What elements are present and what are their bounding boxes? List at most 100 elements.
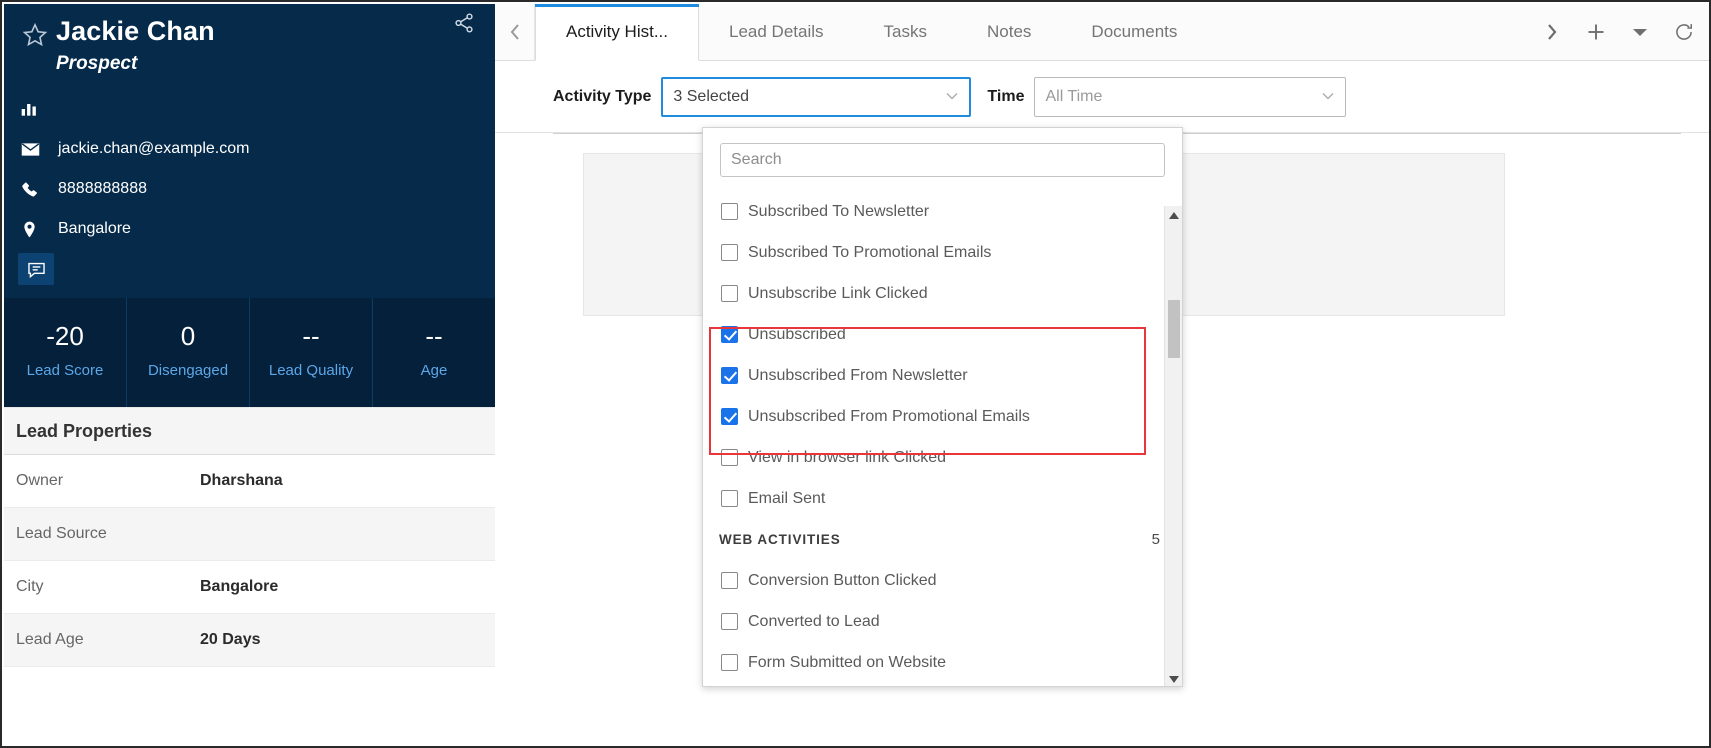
tab-label: Documents [1091,22,1177,42]
property-row-lead-source: Lead Source [4,508,495,561]
option-subscribed-to-promotional-emails[interactable]: Subscribed To Promotional Emails [703,232,1182,273]
tab-documents[interactable]: Documents [1061,4,1207,60]
stat-age: -- Age [373,298,495,407]
tab-lead-details[interactable]: Lead Details [699,4,854,60]
property-value: Dharshana [200,472,283,490]
stat-value: 0 [181,320,195,352]
time-placeholder: All Time [1045,88,1102,106]
triangle-up-icon[interactable] [1165,206,1182,224]
option-converted-to-lead[interactable]: Converted to Lead [703,601,1182,642]
checkbox-checked-icon[interactable] [721,367,738,384]
lead-name: Jackie Chan [56,14,215,48]
chevron-left-icon[interactable] [495,4,535,60]
lead-email[interactable]: jackie.chan@example.com [58,139,249,159]
group-label: WEB ACTIVITIES [719,532,841,547]
activity-type-dropdown[interactable]: Subscribed To Newsletter Subscribed To P… [702,127,1183,687]
activity-type-value: 3 Selected [673,88,749,106]
checkbox-unchecked-icon[interactable] [721,244,738,261]
option-label: Unsubscribed [748,326,846,344]
option-form-submitted-on-website[interactable]: Form Submitted on Website [703,642,1182,683]
option-unsubscribed[interactable]: Unsubscribed [703,314,1182,355]
stat-label: Age [421,362,448,380]
tab-tasks[interactable]: Tasks [854,4,957,60]
stat-value: -- [302,320,319,352]
chevron-down-icon [1321,88,1335,106]
lead-titles: Jackie Chan Prospect [56,14,215,77]
dropdown-option-list: Subscribed To Newsletter Subscribed To P… [703,191,1182,687]
envelope-icon [20,139,46,160]
lead-location: Bangalore [58,219,131,239]
time-select[interactable]: All Time [1034,77,1346,117]
tab-label: Notes [987,22,1031,42]
activity-type-label: Activity Type [553,88,651,106]
property-row-owner: Owner Dharshana [4,455,495,508]
option-subscribed-to-newsletter[interactable]: Subscribed To Newsletter [703,191,1182,232]
option-conversion-button-clicked[interactable]: Conversion Button Clicked [703,560,1182,601]
checkbox-unchecked-icon[interactable] [721,654,738,671]
activity-type-select[interactable]: 3 Selected [661,77,971,117]
checkbox-unchecked-icon[interactable] [721,490,738,507]
dropdown-search-wrap [703,128,1182,177]
property-key: Lead Source [16,525,200,543]
option-label: Conversion Button Clicked [748,572,937,590]
option-group-web-activities: WEB ACTIVITIES 5 [703,519,1182,560]
option-email-sent[interactable]: Email Sent [703,478,1182,519]
lead-stage: Prospect [56,51,215,77]
option-label: Unsubscribed From Promotional Emails [748,408,1030,426]
star-outline-icon[interactable] [20,20,50,50]
checkbox-unchecked-icon[interactable] [721,449,738,466]
property-value: Bangalore [200,578,278,596]
tab-label: Lead Details [729,22,824,42]
lead-phone-row: 8888888888 [4,169,495,209]
triangle-down-icon[interactable] [1165,670,1182,687]
stat-value: -20 [46,320,84,352]
chevron-right-icon[interactable] [1539,19,1565,45]
stat-lead-quality: -- Lead Quality [250,298,373,407]
phone-icon [20,180,46,199]
checkbox-unchecked-icon[interactable] [721,613,738,630]
tab-activity-history[interactable]: Activity Hist... [535,4,699,61]
tab-label: Tasks [884,22,927,42]
option-label: Unsubscribed From Newsletter [748,367,968,385]
chat-bubble-icon[interactable] [18,253,54,285]
stat-value: -- [425,320,442,352]
lead-location-row: Bangalore [4,209,495,249]
property-row-lead-age: Lead Age 20 Days [4,614,495,667]
checkbox-unchecked-icon[interactable] [721,203,738,220]
tab-notes[interactable]: Notes [957,4,1061,60]
tab-bar-actions [1539,4,1711,60]
property-key: Lead Age [16,631,200,649]
plus-icon[interactable] [1583,19,1609,45]
stat-label: Lead Quality [269,362,353,380]
option-label: Subscribed To Promotional Emails [748,244,991,262]
chevron-down-icon[interactable] [1627,19,1653,45]
scrollbar-thumb[interactable] [1168,300,1180,358]
lead-contact-rows: jackie.chan@example.com 8888888888 [4,89,495,285]
tab-label: Activity Hist... [566,22,668,42]
refresh-icon[interactable] [1671,19,1697,45]
app-window: Jackie Chan Prospect [0,0,1711,748]
lead-email-row: jackie.chan@example.com [4,129,495,169]
option-view-in-browser-link-clicked[interactable]: View in browser link Clicked [703,437,1182,478]
option-label: Converted to Lead [748,613,880,631]
option-label: Form Submitted on Website [748,654,946,672]
option-unsubscribed-from-promotional-emails[interactable]: Unsubscribed From Promotional Emails [703,396,1182,437]
map-pin-icon [20,220,46,239]
lead-phone[interactable]: 8888888888 [58,179,147,199]
option-label: View in browser link Clicked [748,449,946,467]
lead-name-row: Jackie Chan Prospect [4,4,495,77]
checkbox-unchecked-icon[interactable] [721,572,738,589]
option-label: Subscribed To Newsletter [748,203,929,221]
stat-label: Disengaged [148,362,228,380]
share-icon[interactable] [453,12,475,34]
lead-stats-strip: -20 Lead Score 0 Disengaged -- Lead Qual… [4,298,495,407]
search-input[interactable] [720,143,1165,177]
dropdown-scrollbar[interactable] [1164,206,1182,687]
bar-chart-icon [20,99,46,119]
checkbox-checked-icon[interactable] [721,326,738,343]
lead-properties-title: Lead Properties [16,421,152,442]
checkbox-checked-icon[interactable] [721,408,738,425]
option-unsubscribe-link-clicked[interactable]: Unsubscribe Link Clicked [703,273,1182,314]
checkbox-unchecked-icon[interactable] [721,285,738,302]
option-unsubscribed-from-newsletter[interactable]: Unsubscribed From Newsletter [703,355,1182,396]
